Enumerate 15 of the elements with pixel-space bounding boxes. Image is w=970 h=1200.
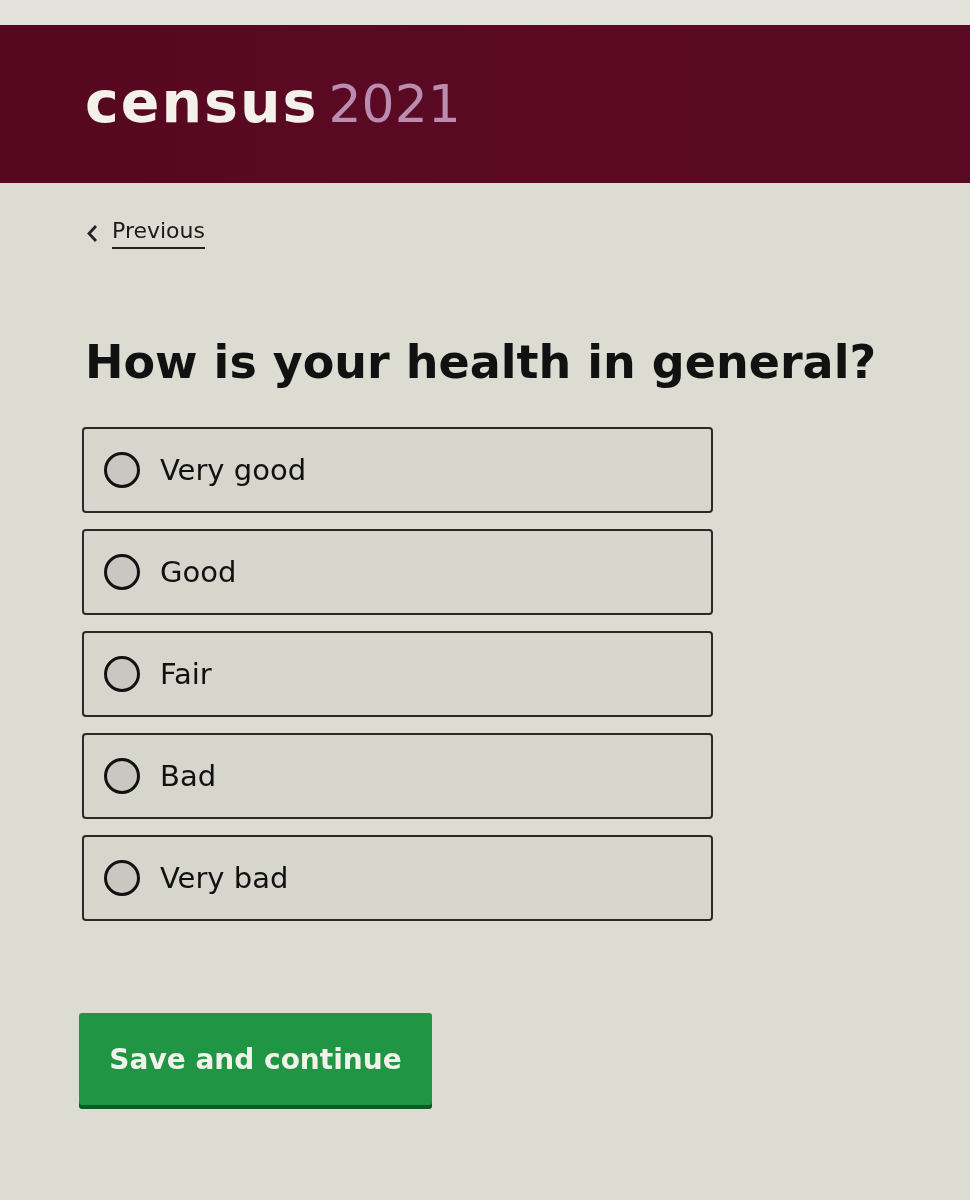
radio-icon[interactable] [104, 656, 140, 692]
logo-wordmark: census [85, 69, 319, 135]
answer-option[interactable]: Bad [82, 733, 713, 819]
previous-link[interactable]: Previous [86, 218, 205, 249]
radio-icon[interactable] [104, 554, 140, 590]
answer-option[interactable]: Very good [82, 427, 713, 513]
radio-icon[interactable] [104, 452, 140, 488]
radio-icon[interactable] [104, 758, 140, 794]
radio-icon[interactable] [104, 860, 140, 896]
chevron-left-icon [86, 224, 98, 243]
question-heading: How is your health in general? [85, 335, 877, 389]
answer-option[interactable]: Fair [82, 631, 713, 717]
logo-year: 2021 [328, 74, 461, 134]
answer-option[interactable]: Good [82, 529, 713, 615]
answer-option[interactable]: Very bad [82, 835, 713, 921]
